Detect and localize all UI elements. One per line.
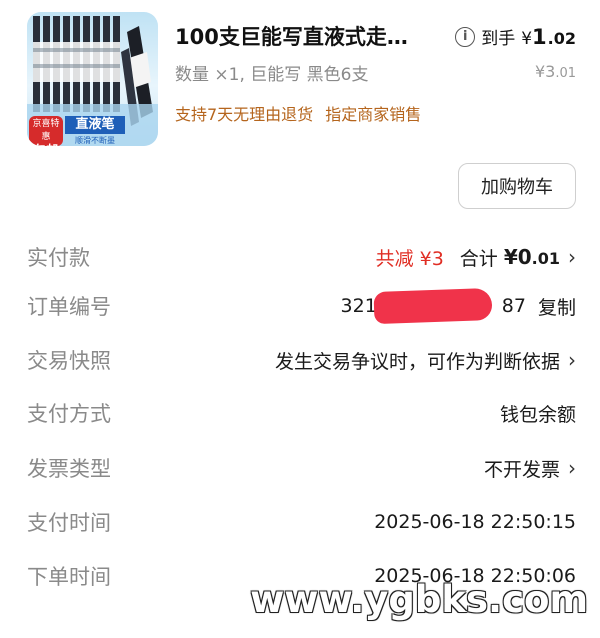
invoice-label: 发票类型 <box>27 457 111 481</box>
thumb-label: 直液笔 <box>65 116 125 134</box>
order-number-label: 订单编号 <box>27 295 111 319</box>
watermark: www.ygbks.com <box>250 578 588 621</box>
payment-time-label: 支付时间 <box>27 511 111 535</box>
payment-time-value: 2025-06-18 22:50:15 <box>374 511 576 533</box>
row-trade-snapshot[interactable]: 交易快照 发生交易争议时，可作为判断依据 › <box>27 340 576 380</box>
final-price-value: ¥1.02 <box>521 24 576 49</box>
total-prefix: 合计 <box>459 247 498 270</box>
row-invoice-type[interactable]: 发票类型 不开发票 › <box>27 448 576 488</box>
chevron-right-icon: › <box>568 348 576 372</box>
snapshot-value[interactable]: 发生交易争议时，可作为判断依据 › <box>275 347 576 374</box>
order-number-value: 321 87 复制 <box>341 287 576 325</box>
row-payment-method: 支付方式 钱包余额 <box>27 393 576 433</box>
info-icon[interactable]: i <box>455 26 476 47</box>
payment-method-value: 钱包余额 <box>499 403 576 426</box>
invoice-value[interactable]: 不开发票 › <box>484 455 576 482</box>
promo-badge-bottom: 包邮 <box>29 144 63 147</box>
product-spec: 数量 ×1, 巨能写 黑色6支 <box>175 65 369 85</box>
promo-badge: 京喜特惠 包邮 <box>29 116 63 146</box>
row-paid-amount[interactable]: 实付款 共减 ¥3 合计 ¥0.01 › <box>27 237 576 277</box>
price-prefix: 到手 <box>481 29 516 49</box>
snapshot-text: 发生交易争议时，可作为判断依据 <box>274 350 560 373</box>
product-title[interactable]: 100支巨能写直液式走… <box>175 21 445 51</box>
thumb-sub: 顺滑不断墨 <box>75 136 115 145</box>
add-to-cart-button[interactable]: 加购物车 <box>458 163 576 209</box>
snapshot-label: 交易快照 <box>27 349 111 373</box>
chevron-right-icon: › <box>568 245 576 269</box>
payment-method-label: 支付方式 <box>27 402 111 426</box>
original-price: ¥3.01 <box>534 62 576 81</box>
product-thumbnail[interactable]: 京喜特惠 包邮 直液笔 顺滑不断墨 <box>27 12 158 146</box>
service-tag-seller: 指定商家销售 <box>325 105 422 124</box>
row-order-number: 订单编号 321 87 复制 <box>27 286 576 326</box>
paid-value[interactable]: 共减 ¥3 合计 ¥0.01 › <box>376 244 576 271</box>
service-tag-return: 支持7天无理由退货 <box>175 105 314 124</box>
service-tags: 支持7天无理由退货 指定商家销售 <box>175 101 421 125</box>
chevron-right-icon: › <box>568 456 576 480</box>
order-detail-page: 京喜特惠 包邮 直液笔 顺滑不断墨 100支巨能写直液式走… i 到手 ¥1.0… <box>0 0 600 638</box>
final-price[interactable]: i 到手 ¥1.02 <box>455 24 576 49</box>
redaction-mark <box>373 287 493 325</box>
total-amount: ¥0.01 <box>503 245 560 269</box>
paid-label: 实付款 <box>27 246 90 270</box>
promo-badge-top: 京喜特惠 <box>32 119 60 142</box>
copy-button[interactable]: 复制 <box>538 293 576 320</box>
row-payment-time: 支付时间 2025-06-18 22:50:15 <box>27 502 576 542</box>
invoice-text: 不开发票 <box>483 458 560 481</box>
order-time-label: 下单时间 <box>27 565 111 589</box>
order-number: 321 87 <box>341 287 526 325</box>
discount-amount: 共减 ¥3 <box>375 247 444 270</box>
